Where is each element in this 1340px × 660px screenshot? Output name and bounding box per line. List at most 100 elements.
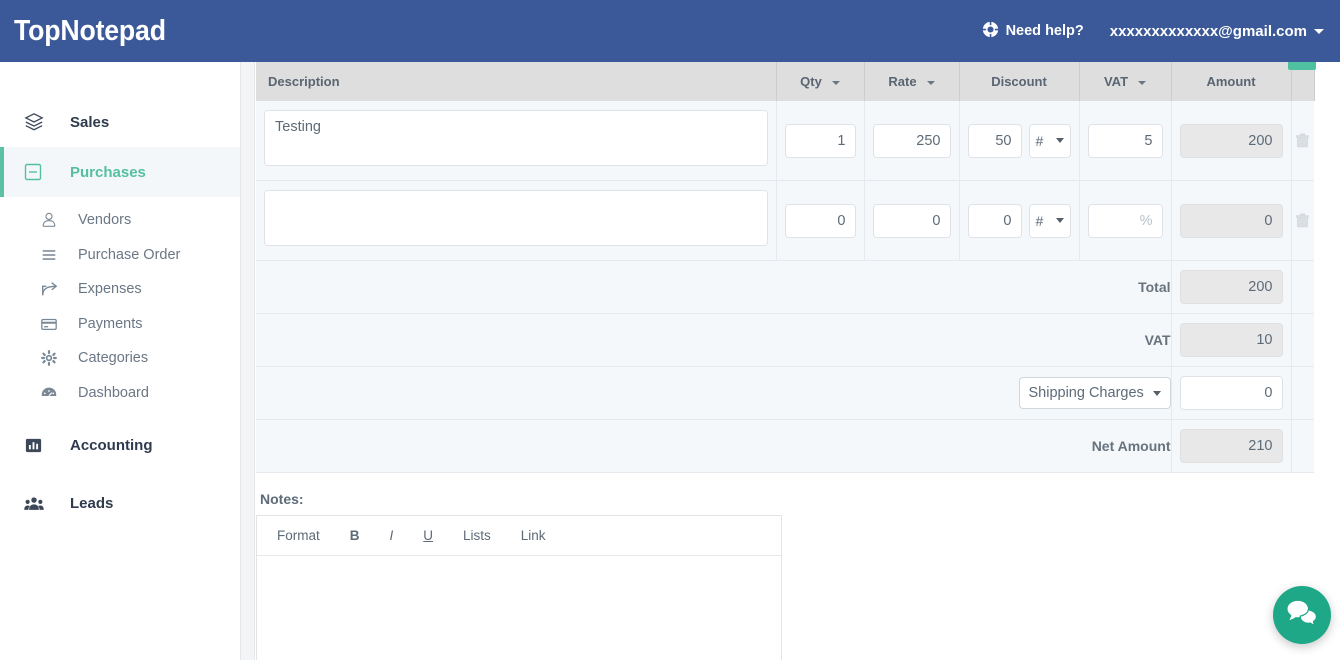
description-input[interactable] (264, 190, 768, 246)
sidebar-item-purchase-order[interactable]: Purchase Order (0, 238, 240, 273)
table-row: # (256, 101, 1314, 181)
share-icon (40, 280, 66, 298)
sidebar-item-dashboard[interactable]: Dashboard (0, 376, 240, 411)
page-scrollbar-track[interactable] (240, 62, 255, 660)
cell-rate (864, 180, 960, 261)
credit-card-icon (40, 315, 66, 333)
description-input[interactable] (264, 110, 768, 166)
column-header-amount[interactable]: Amount (1171, 62, 1292, 101)
column-header-rate[interactable]: Rate (864, 62, 960, 101)
trash-icon[interactable] (1292, 213, 1315, 228)
notes-toolbar: Format B I U Lists Link (257, 516, 781, 556)
chat-widget-button[interactable] (1273, 586, 1331, 644)
sidebar-item-vendors-label: Vendors (78, 212, 132, 229)
amount-output (1179, 203, 1283, 238)
sidebar-item-vendors[interactable]: Vendors (0, 203, 240, 238)
shipping-charges-cell: Shipping Charges (256, 366, 1172, 420)
account-email-label: xxxxxxxxxxxxx@gmail.com (1109, 22, 1307, 40)
totals-row-vat: VAT (256, 313, 1314, 367)
layers-icon (24, 112, 52, 132)
sidebar-item-sales[interactable]: Sales (0, 97, 240, 147)
list-icon (40, 246, 66, 264)
rate-input[interactable] (872, 123, 951, 158)
column-header-description[interactable]: Description (256, 62, 777, 101)
sidebar-item-sales-label: Sales (70, 113, 110, 131)
cell-spacer (1291, 366, 1314, 420)
vat-total-label: VAT (256, 313, 1172, 367)
main-content: Description Qty Rate Discount VAT Amount (256, 62, 1340, 660)
user-icon (40, 211, 66, 229)
cell-net-amount-value (1171, 419, 1292, 473)
cell-delete (1291, 180, 1315, 261)
bold-button[interactable]: B (346, 526, 364, 545)
cell-description (256, 101, 777, 181)
line-items-table: Description Qty Rate Discount VAT Amount (256, 62, 1315, 473)
sidebar-item-expenses[interactable]: Expenses (0, 272, 240, 307)
header-right-group: Need help? xxxxxxxxxxxxx@gmail.com (982, 21, 1324, 42)
shipping-charges-label: Shipping Charges (1028, 385, 1144, 401)
top-header-bar: TopNotepad Need help? xxxxxxxxxxxxx@gmai… (0, 0, 1340, 62)
column-header-qty[interactable]: Qty (776, 62, 865, 101)
vat-input[interactable] (1087, 203, 1163, 238)
gear-icon (40, 349, 66, 367)
amount-output (1179, 123, 1283, 158)
discount-input[interactable] (967, 203, 1022, 238)
cell-amount (1171, 101, 1292, 181)
table-row: # (256, 180, 1315, 261)
net-amount-output (1179, 429, 1283, 463)
link-button[interactable]: Link (517, 526, 550, 545)
discount-type-select[interactable]: # (1028, 123, 1071, 158)
cell-discount: # (959, 101, 1080, 181)
totals-row-shipping: Shipping Charges (256, 366, 1314, 420)
chevron-down-icon (1055, 138, 1064, 143)
sidebar-item-dashboard-label: Dashboard (78, 384, 149, 401)
sidebar-item-leads[interactable]: Leads (0, 478, 240, 528)
cell-rate (864, 101, 960, 181)
totals-row-total: Total (256, 260, 1314, 314)
discount-type-select[interactable]: # (1028, 203, 1071, 238)
underline-button[interactable]: U (419, 526, 437, 545)
sidebar-item-categories[interactable]: Categories (0, 341, 240, 376)
total-label: Total (256, 260, 1172, 314)
add-item-button-partial[interactable] (1288, 62, 1316, 70)
purchases-submenu: Vendors Purchase Order Expenses Payments… (0, 197, 240, 410)
cell-vat (1079, 180, 1172, 261)
app-logo[interactable]: TopNotepad (14, 15, 166, 48)
vat-total-output (1179, 323, 1283, 357)
notes-textarea[interactable] (257, 556, 781, 660)
sidebar-item-categories-label: Categories (78, 350, 149, 367)
cell-qty (776, 180, 865, 261)
shipping-charges-input[interactable] (1179, 376, 1283, 410)
column-header-discount[interactable]: Discount (959, 62, 1080, 101)
qty-input[interactable] (784, 203, 856, 238)
account-menu-button[interactable]: xxxxxxxxxxxxx@gmail.com (1110, 23, 1324, 40)
rate-input[interactable] (872, 203, 951, 238)
discount-input[interactable] (967, 123, 1022, 158)
life-ring-icon (982, 21, 999, 42)
need-help-label: Need help? (1005, 23, 1084, 39)
vat-input[interactable] (1087, 123, 1163, 158)
trash-icon[interactable] (1292, 133, 1315, 148)
format-button[interactable]: Format (273, 526, 324, 545)
chevron-down-icon (1152, 390, 1161, 396)
lists-button[interactable]: Lists (459, 526, 495, 545)
sidebar-item-accounting[interactable]: Accounting (0, 420, 240, 470)
cell-discount: # (959, 180, 1080, 261)
shipping-charges-select[interactable]: Shipping Charges (1018, 377, 1171, 409)
sidebar-item-leads-label: Leads (70, 494, 114, 512)
line-items-header-row: Description Qty Rate Discount VAT Amount (256, 62, 1315, 101)
qty-input[interactable] (784, 123, 856, 158)
chat-bubbles-icon (1286, 599, 1318, 632)
chevron-down-icon (926, 80, 935, 85)
notes-label: Notes: (260, 491, 304, 507)
speedometer-icon (40, 384, 66, 402)
sidebar-item-payments[interactable]: Payments (0, 307, 240, 342)
chevron-down-icon (1314, 28, 1324, 34)
sidebar-item-purchases[interactable]: Purchases (0, 147, 240, 197)
need-help-button[interactable]: Need help? (982, 21, 1084, 42)
italic-button[interactable]: I (386, 526, 398, 545)
column-header-vat[interactable]: VAT (1079, 62, 1172, 101)
sidebar-nav: Sales Purchases Vendors Purchase Order E… (0, 62, 240, 660)
column-header-qty-label: Qty (800, 74, 822, 89)
cell-spacer (1291, 260, 1314, 314)
